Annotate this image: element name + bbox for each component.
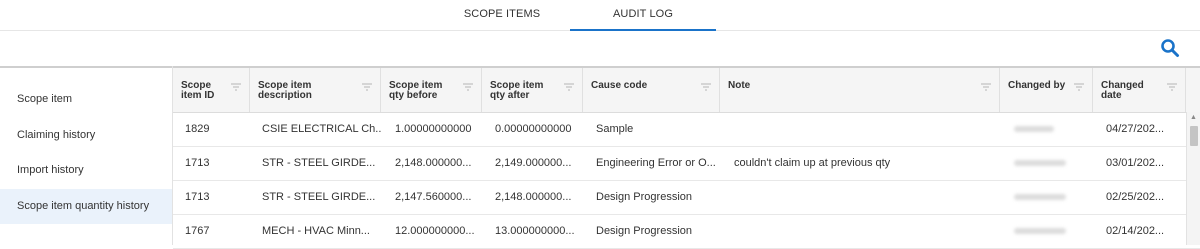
column-header-label: Scope item description xyxy=(258,80,312,101)
cell-scope-item-description: STR - STEEL GIRDE... xyxy=(262,157,376,169)
tab-audit-log[interactable]: AUDIT LOG xyxy=(570,0,716,31)
column-header-label: Changed by xyxy=(1008,80,1066,91)
cell-scope-item-id: 1713 xyxy=(185,191,210,203)
column-header-scope-item-qty-before[interactable]: Scope item qty before xyxy=(381,68,482,112)
tab-bar: SCOPE ITEMS AUDIT LOG xyxy=(0,0,1200,31)
table-header: Scope item ID Scope item description Sco… xyxy=(173,68,1200,113)
cell-qty-before: 12.000000000... xyxy=(395,225,475,237)
filter-icon[interactable] xyxy=(564,83,574,91)
column-header-cause-code[interactable]: Cause code xyxy=(583,68,720,112)
column-header-label: Scope item qty before xyxy=(389,80,443,101)
column-header-changed-by[interactable]: Changed by xyxy=(1000,68,1093,112)
cell-cause-code: Sample xyxy=(596,123,634,135)
cell-qty-after: 13.000000000... xyxy=(495,225,575,237)
sidebar: Scope item Claiming history Import histo… xyxy=(0,66,173,245)
cell-note: couldn't claim up at previous qty xyxy=(734,157,891,169)
sidebar-item-scope-item[interactable]: Scope item xyxy=(0,82,172,117)
cell-changed-by xyxy=(1000,146,1093,180)
cell-qty-before: 2,147.560000... xyxy=(395,191,472,203)
cell-changed-date: 02/14/202... xyxy=(1106,225,1165,237)
cell-changed-date: 02/25/202... xyxy=(1106,191,1165,203)
column-header-scope-item-qty-after[interactable]: Scope item qty after xyxy=(482,68,583,112)
cell-qty-after: 2,149.000000... xyxy=(495,157,572,169)
cell-changed-by xyxy=(1000,180,1093,214)
cell-qty-before: 1.00000000000 xyxy=(395,123,472,135)
cell-qty-after: 0.00000000000 xyxy=(495,123,572,135)
column-header-label: Scope item qty after xyxy=(490,80,544,101)
cell-qty-after: 2,148.000000... xyxy=(495,191,572,203)
column-header-label: Note xyxy=(728,80,751,91)
table-row[interactable]: 1713 STR - STEEL GIRDE... 2,147.560000... 2… xyxy=(173,180,1200,215)
cell-note xyxy=(720,214,1000,248)
filter-icon[interactable] xyxy=(1167,83,1177,91)
sidebar-item-claiming-history[interactable]: Claiming history xyxy=(0,118,172,153)
cell-scope-item-description: CSIE ELECTRICAL Ch... xyxy=(262,123,381,135)
column-header-label: Cause code xyxy=(591,80,648,91)
cell-note xyxy=(720,180,1000,214)
vertical-scrollbar[interactable]: ▲ xyxy=(1186,112,1200,245)
sidebar-item-scope-item-quantity-history[interactable]: Scope item quantity history xyxy=(0,189,172,224)
filter-icon[interactable] xyxy=(701,83,711,91)
column-header-scope-item-id[interactable]: Scope item ID xyxy=(173,68,250,112)
table-row[interactable]: 1713 STR - STEEL GIRDE... 2,148.000000... 2… xyxy=(173,146,1200,181)
tab-scope-items[interactable]: SCOPE ITEMS xyxy=(432,0,572,30)
sidebar-item-import-history[interactable]: Import history xyxy=(0,153,172,188)
column-header-label: Scope item ID xyxy=(181,80,215,101)
filter-icon[interactable] xyxy=(463,83,473,91)
cell-changed-by xyxy=(1000,112,1093,146)
cell-qty-before: 2,148.000000... xyxy=(395,157,472,169)
cell-scope-item-description: STR - STEEL GIRDE... xyxy=(262,191,376,203)
cell-scope-item-id: 1713 xyxy=(185,157,210,169)
scroll-up-icon[interactable]: ▲ xyxy=(1190,114,1197,121)
cell-cause-code: Design Progression xyxy=(596,225,692,237)
column-header-scope-item-description[interactable]: Scope item description xyxy=(250,68,381,112)
cell-scope-item-description: MECH - HVAC Minn... xyxy=(262,225,370,237)
search-icon[interactable] xyxy=(1160,38,1180,58)
column-header-label: Changed date xyxy=(1101,80,1144,101)
filter-icon[interactable] xyxy=(1074,83,1084,91)
cell-cause-code: Engineering Error or O... xyxy=(596,157,716,169)
scrollbar-thumb[interactable] xyxy=(1190,126,1198,146)
cell-changed-by xyxy=(1000,214,1093,248)
filter-icon[interactable] xyxy=(362,83,372,91)
cell-note xyxy=(720,112,1000,146)
filter-icon[interactable] xyxy=(231,83,241,91)
cell-changed-date: 04/27/202... xyxy=(1106,123,1165,135)
cell-scope-item-id: 1829 xyxy=(185,123,210,135)
audit-table: Scope item ID Scope item description Sco… xyxy=(173,68,1200,249)
column-header-changed-date[interactable]: Changed date xyxy=(1093,68,1186,112)
cell-changed-date: 03/01/202... xyxy=(1106,157,1165,169)
table-row[interactable]: 1767 MECH - HVAC Minn... 12.000000000... 13… xyxy=(173,214,1200,249)
filter-icon[interactable] xyxy=(981,83,991,91)
cell-scope-item-id: 1767 xyxy=(185,225,210,237)
cell-cause-code: Design Progression xyxy=(596,191,692,203)
table-row[interactable]: 1829 CSIE ELECTRICAL Ch... 1.00000000000 0.… xyxy=(173,112,1200,147)
column-header-note[interactable]: Note xyxy=(720,68,1000,112)
